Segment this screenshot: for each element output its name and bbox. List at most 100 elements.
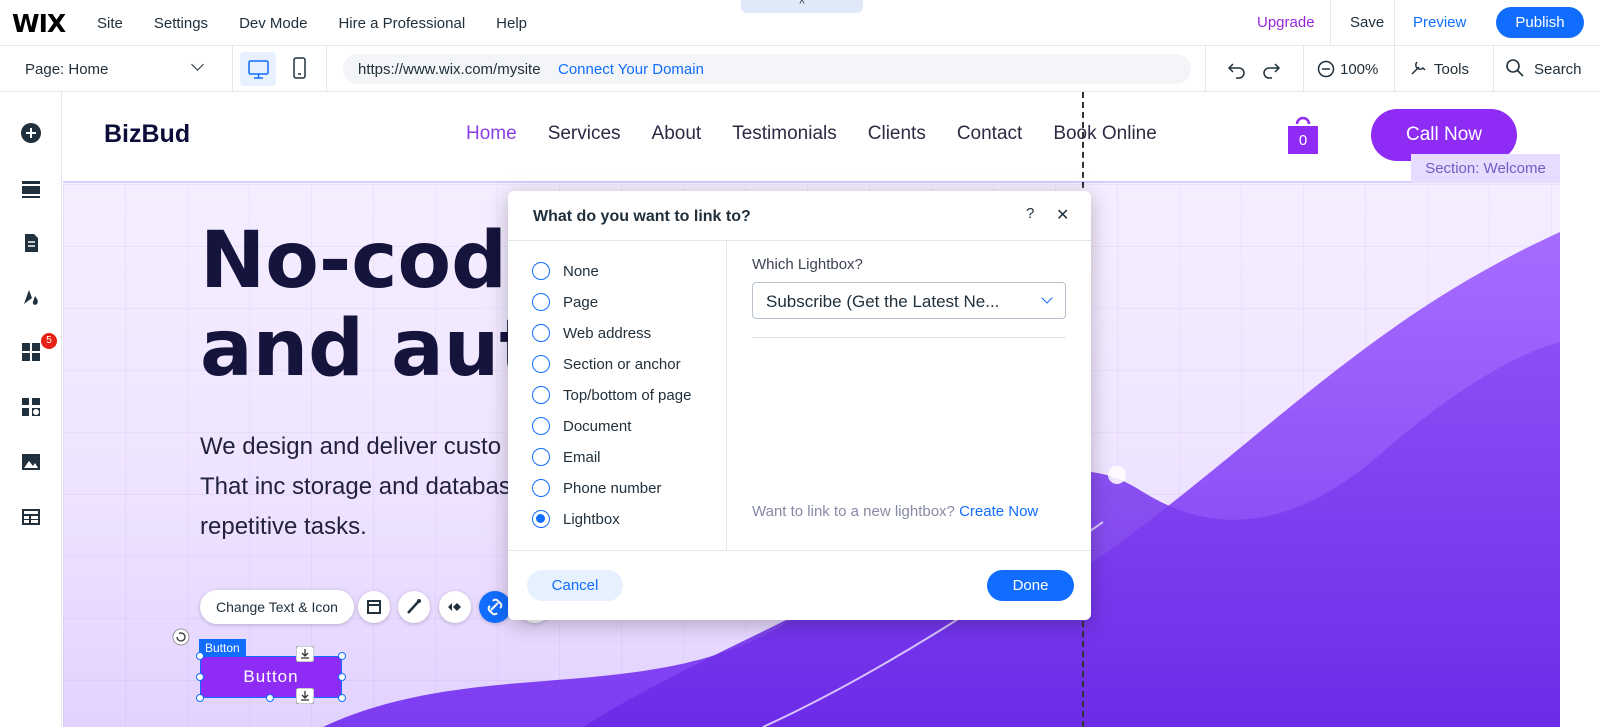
wix-logo[interactable]: WIX <box>12 9 66 38</box>
which-lightbox-label: Which Lightbox? <box>752 256 863 273</box>
brush-icon <box>407 599 421 614</box>
resize-handle[interactable] <box>266 694 274 702</box>
connect-domain-link[interactable]: Connect Your Domain <box>558 61 704 78</box>
new-lightbox-hint: Want to link to a new lightbox? Create N… <box>752 503 1038 520</box>
layout-button[interactable] <box>358 591 390 623</box>
help-icon[interactable]: ? <box>1026 205 1034 222</box>
pages-icon[interactable] <box>20 232 42 254</box>
chevron-down-icon[interactable] <box>191 58 204 71</box>
nav-about[interactable]: About <box>652 123 702 145</box>
nav-clients[interactable]: Clients <box>868 123 926 145</box>
create-now-link[interactable]: Create Now <box>959 503 1038 520</box>
resize-handle[interactable] <box>338 652 346 660</box>
editor-top-bar: WIX Site Settings Dev Mode Hire a Profes… <box>0 0 1600 46</box>
done-button[interactable]: Done <box>987 570 1074 601</box>
resize-handle[interactable] <box>338 694 346 702</box>
redo-icon[interactable] <box>1260 58 1282 80</box>
radio-button-selected[interactable] <box>532 510 550 528</box>
search-icon[interactable] <box>1505 58 1525 78</box>
save-button[interactable]: Save <box>1350 14 1384 31</box>
menu-settings[interactable]: Settings <box>154 15 208 32</box>
link-option-page[interactable]: Page <box>532 292 598 312</box>
divider <box>726 241 727 551</box>
site-header[interactable]: BizBud Home Services About Testimonials … <box>63 92 1560 183</box>
animation-button[interactable] <box>439 591 471 623</box>
menu-help[interactable]: Help <box>496 15 527 32</box>
close-icon[interactable]: ✕ <box>1056 205 1069 225</box>
divider <box>1394 0 1395 46</box>
resize-handle[interactable] <box>196 694 204 702</box>
site-nav[interactable]: Home Services About Testimonials Clients… <box>466 123 1188 145</box>
site-design-icon[interactable] <box>20 286 42 308</box>
radio-button[interactable] <box>532 448 550 466</box>
stretch-icon[interactable] <box>296 688 314 704</box>
menu-dev-mode[interactable]: Dev Mode <box>239 15 307 32</box>
radio-button[interactable] <box>532 262 550 280</box>
nav-services[interactable]: Services <box>548 123 621 145</box>
apps-icon[interactable] <box>20 341 42 363</box>
rotate-icon[interactable] <box>172 628 190 646</box>
tools-button[interactable]: Tools <box>1434 61 1469 78</box>
publish-button[interactable]: Publish <box>1496 7 1584 38</box>
design-button[interactable] <box>398 591 430 623</box>
mobile-icon[interactable] <box>290 56 310 82</box>
resize-handle[interactable] <box>196 673 204 681</box>
divider <box>1303 46 1304 92</box>
radio-button[interactable] <box>532 417 550 435</box>
zoom-level[interactable]: 100% <box>1340 61 1378 78</box>
radio-button[interactable] <box>532 324 550 342</box>
left-rail <box>0 92 62 727</box>
radio-button[interactable] <box>532 386 550 404</box>
desktop-view-button[interactable] <box>240 52 276 86</box>
upgrade-link[interactable]: Upgrade <box>1257 14 1315 31</box>
undo-icon[interactable] <box>1226 58 1248 80</box>
divider <box>1493 46 1494 92</box>
nav-contact[interactable]: Contact <box>957 123 1022 145</box>
resize-handle[interactable] <box>338 673 346 681</box>
option-label: Page <box>563 293 599 311</box>
link-button[interactable] <box>479 591 511 623</box>
selected-button[interactable]: Button <box>200 656 342 698</box>
change-text-icon-button[interactable]: Change Text & Icon <box>200 590 354 624</box>
divider <box>326 46 327 92</box>
link-option-web-address[interactable]: Web address <box>532 323 651 343</box>
add-elements-icon[interactable] <box>20 122 42 144</box>
cms-table-icon[interactable] <box>20 506 42 528</box>
radio-button[interactable] <box>532 479 550 497</box>
divider <box>752 337 1066 338</box>
resize-handle[interactable] <box>196 652 204 660</box>
option-label: Phone number <box>563 479 662 497</box>
business-apps-icon[interactable] <box>20 396 42 418</box>
radio-button[interactable] <box>532 293 550 311</box>
search-button[interactable]: Search <box>1534 61 1582 78</box>
site-brand[interactable]: BizBud <box>104 120 190 149</box>
zoom-out-icon[interactable] <box>1316 59 1336 79</box>
link-option-email[interactable]: Email <box>532 447 601 467</box>
nav-book-online[interactable]: Book Online <box>1053 123 1157 145</box>
link-option-section-anchor[interactable]: Section or anchor <box>532 354 681 374</box>
link-icon <box>487 598 503 616</box>
editor-secondary-bar: Page: Home https://www.wix.com/mysite Co… <box>0 46 1600 92</box>
preview-button[interactable]: Preview <box>1413 14 1466 31</box>
add-section-icon[interactable] <box>20 178 42 200</box>
menu-hire-professional[interactable]: Hire a Professional <box>338 15 465 32</box>
stretch-icon[interactable] <box>296 646 314 662</box>
page-selector[interactable]: Page: Home <box>25 61 108 78</box>
tools-icon[interactable] <box>1408 58 1428 78</box>
link-option-none[interactable]: None <box>532 261 599 281</box>
link-option-phone[interactable]: Phone number <box>532 478 661 498</box>
lightbox-dropdown[interactable]: Subscribe (Get the Latest Ne... <box>752 282 1066 319</box>
collapse-toolbar-tab[interactable]: ^ <box>741 0 863 13</box>
nav-testimonials[interactable]: Testimonials <box>732 123 837 145</box>
nav-home[interactable]: Home <box>466 123 517 145</box>
menu-site[interactable]: Site <box>97 15 123 32</box>
lightbox-selected-value: Subscribe (Get the Latest Ne... <box>766 292 1000 311</box>
cancel-button[interactable]: Cancel <box>527 570 623 601</box>
divider <box>1394 46 1395 92</box>
link-option-top-bottom[interactable]: Top/bottom of page <box>532 385 691 405</box>
divider <box>1330 0 1331 46</box>
media-icon[interactable] <box>20 451 42 473</box>
link-option-lightbox[interactable]: Lightbox <box>532 509 620 529</box>
radio-button[interactable] <box>532 355 550 373</box>
link-option-document[interactable]: Document <box>532 416 631 436</box>
